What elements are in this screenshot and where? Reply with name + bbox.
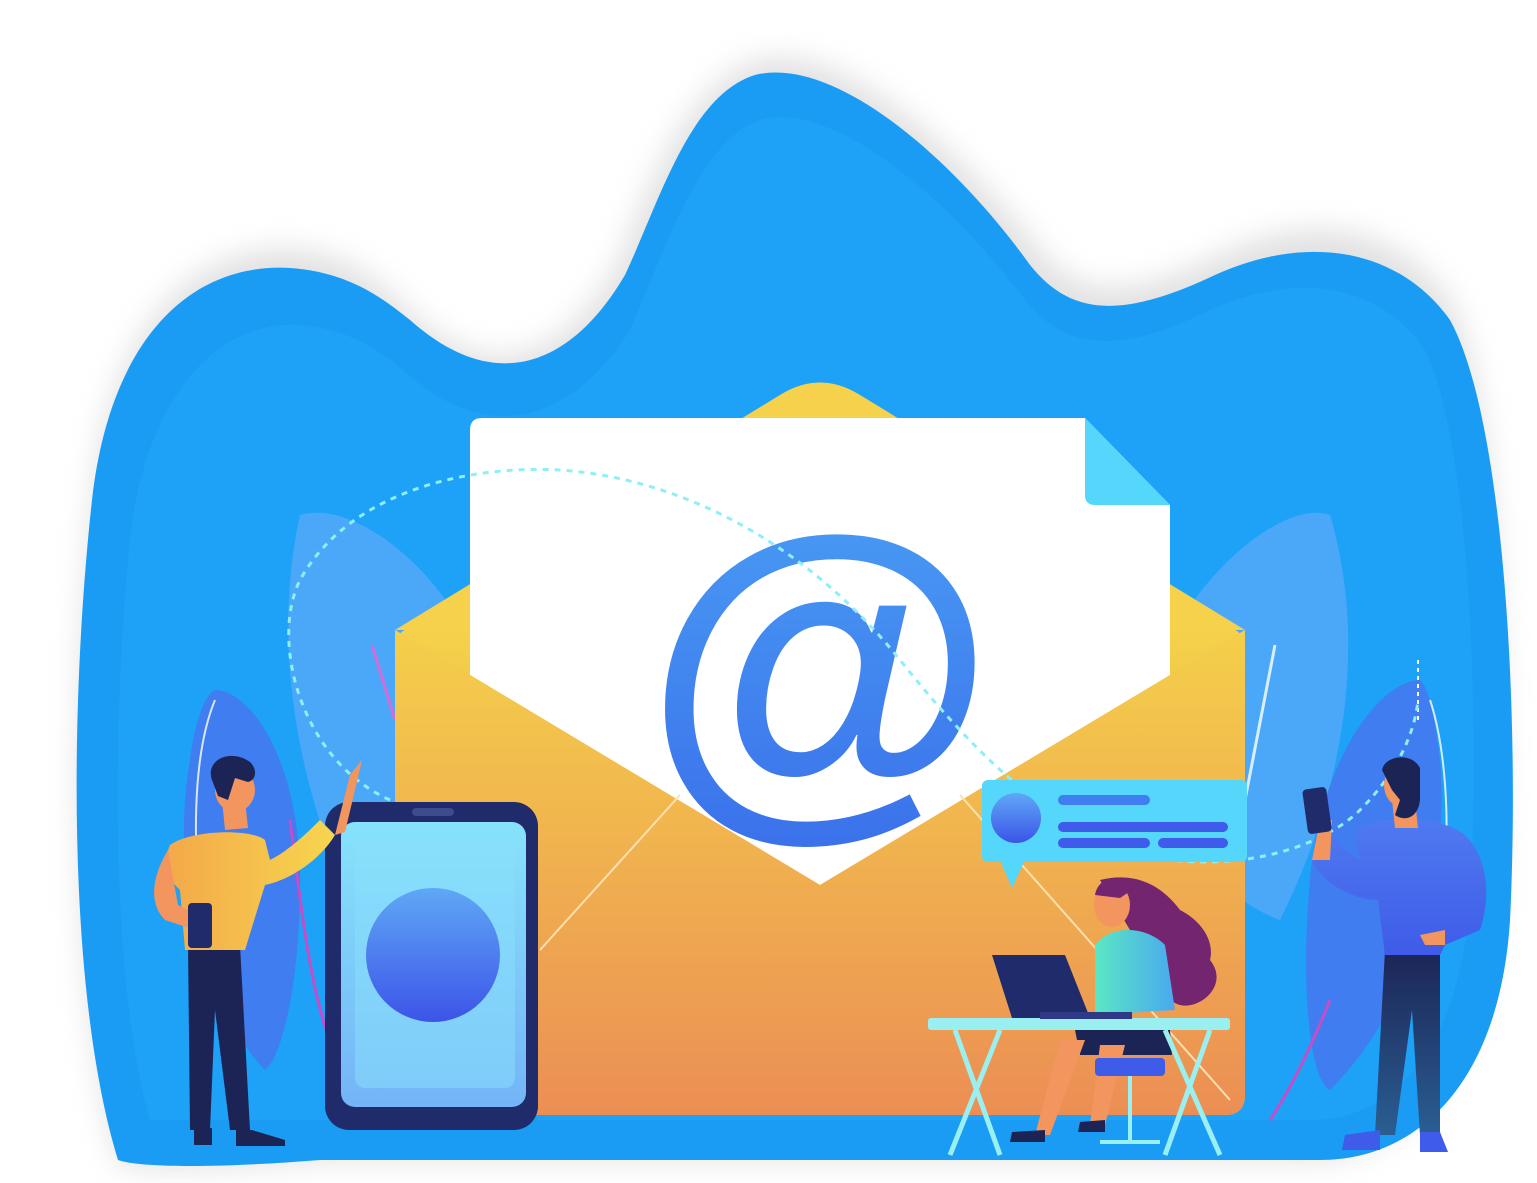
email-illustration: @ [76,57,1513,1169]
smartphone-icon [325,802,538,1130]
at-sign-icon: @ [644,465,995,867]
